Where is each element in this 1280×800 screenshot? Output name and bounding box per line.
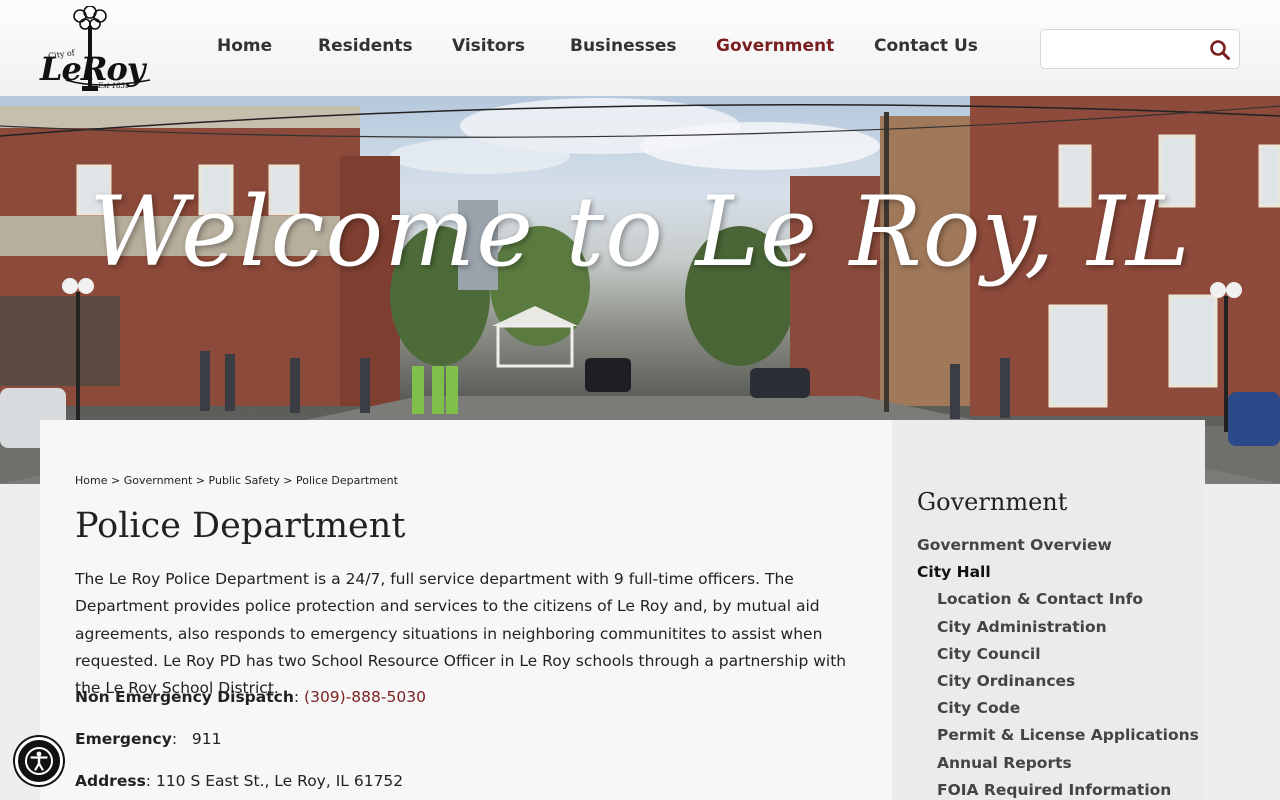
sidebar-item-city-hall[interactable]: City Hall [917,563,991,581]
address-label: Address [75,772,146,790]
site-header: City of LeRoy Est 1835 Home Residents Vi… [0,0,1280,96]
emergency-label: Emergency [75,730,172,748]
logo-established: Est 1835 [98,82,130,90]
sidebar-item-foia[interactable]: FOIA Required Information [937,781,1171,799]
nav-businesses[interactable]: Businesses [570,36,677,56]
address-value: 110 S East St., Le Roy, IL 61752 [155,772,404,790]
non-emergency-row: Non Emergency Dispatch: (309)-888-5030 [75,688,426,706]
sidebar-item-city-code[interactable]: City Code [937,699,1020,717]
breadcrumb-separator: > [110,474,124,487]
breadcrumb-public-safety[interactable]: Public Safety [209,474,280,487]
breadcrumb-home[interactable]: Home [75,474,107,487]
sidebar-title: Government [917,488,1068,516]
breadcrumb: Home > Government > Public Safety > Poli… [75,474,398,487]
sidebar-item-city-council[interactable]: City Council [937,645,1041,663]
non-emergency-label: Non Emergency Dispatch [75,688,294,706]
breadcrumb-government[interactable]: Government [124,474,193,487]
nav-residents[interactable]: Residents [318,36,413,56]
non-emergency-phone-link[interactable]: (309)-888-5030 [304,688,426,706]
nav-government[interactable]: Government [716,36,834,56]
page-title: Police Department [75,506,406,546]
sidebar-item-city-ordinances[interactable]: City Ordinances [937,672,1075,690]
sidebar-item-government-overview[interactable]: Government Overview [917,536,1112,554]
emergency-row: Emergency: 911 [75,730,222,748]
sidebar-item-permit-license[interactable]: Permit & License Applications [937,726,1199,744]
nav-visitors[interactable]: Visitors [452,36,525,56]
sidebar-item-city-administration[interactable]: City Administration [937,618,1107,636]
intro-paragraph: The Le Roy Police Department is a 24/7, … [75,570,847,698]
nav-home[interactable]: Home [217,36,272,56]
hero-title: Welcome to Le Roy, IL [89,176,1191,288]
main-content: Home > Government > Public Safety > Poli… [40,420,892,800]
breadcrumb-current: Police Department [296,474,398,487]
search-input[interactable] [1049,36,1199,62]
emergency-number: 911 [191,730,222,748]
nav-contact-us[interactable]: Contact Us [874,36,978,56]
breadcrumb-separator: > [283,474,296,487]
accessibility-icon [25,747,53,775]
search-box [1040,29,1240,69]
sidebar-item-location-contact[interactable]: Location & Contact Info [937,590,1143,608]
breadcrumb-separator: > [195,474,209,487]
search-icon[interactable] [1209,39,1231,61]
address-row: Address: 110 S East St., Le Roy, IL 6175… [75,772,404,790]
sidebar-nav: Government Government Overview City Hall… [892,420,1205,800]
sidebar-item-annual-reports[interactable]: Annual Reports [937,754,1072,772]
accessibility-button[interactable] [15,737,63,785]
city-logo[interactable]: City of LeRoy Est 1835 [38,6,154,94]
